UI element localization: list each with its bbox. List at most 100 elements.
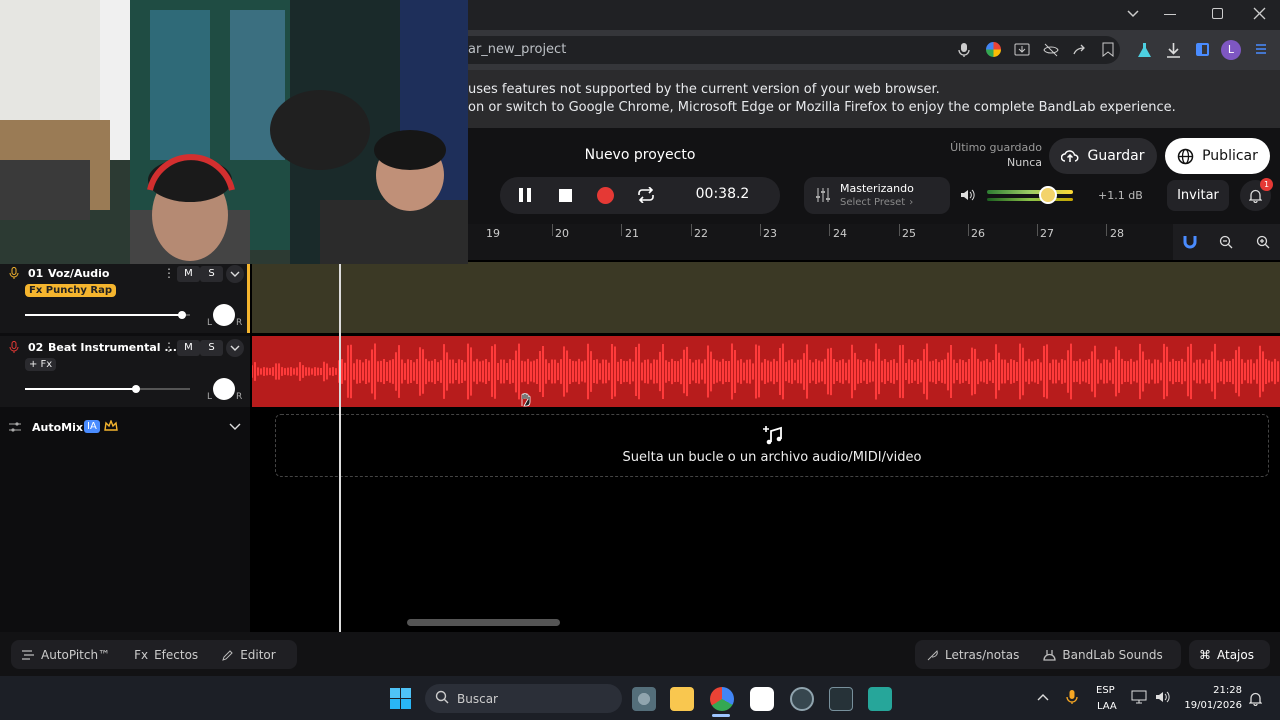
horizontal-scrollbar[interactable] [407, 619, 560, 626]
track-1-mute-button[interactable]: M [177, 266, 200, 282]
taskbar-search[interactable]: Buscar [425, 684, 622, 713]
restore-icon[interactable] [1212, 8, 1223, 19]
track-2-solo-button[interactable]: S [200, 340, 223, 356]
track-2-volume-handle[interactable] [132, 385, 140, 393]
bookmark-icon[interactable] [1102, 42, 1114, 57]
taskbar-mic-icon[interactable] [1066, 689, 1078, 705]
pause-icon[interactable] [519, 188, 523, 202]
editor-button[interactable]: Editor [222, 648, 276, 662]
track-1-header[interactable]: 01 Voz/Audio ⋮ M S Fx Punchy Rap L R [0, 262, 250, 333]
track-1-volume-handle[interactable] [178, 311, 186, 319]
search-icon [435, 690, 449, 707]
track-2-header[interactable]: 02 Beat Instrumental ... ⋮ M S + Fx L R [0, 336, 250, 407]
track-2-name[interactable]: Beat Instrumental ... [48, 341, 177, 354]
zoom-out-icon[interactable] [1219, 235, 1233, 249]
ruler-tick [1106, 224, 1107, 236]
chevron-right-icon: › [909, 197, 914, 208]
loop-icon[interactable] [637, 187, 655, 203]
taskbar-date[interactable]: 19/01/2026 [1180, 700, 1242, 711]
android-studio-icon[interactable] [868, 687, 892, 711]
last-saved-value: Nunca [1007, 156, 1042, 169]
effects-button[interactable]: Fx Efectos [134, 648, 198, 662]
track-2-region[interactable] [251, 336, 1280, 407]
drop-zone[interactable] [275, 414, 1269, 477]
waveform [251, 343, 1279, 400]
pencil-icon [222, 649, 234, 661]
chrome-icon[interactable] [710, 687, 734, 711]
search-placeholder: Buscar [457, 691, 498, 706]
terminal-icon[interactable] [829, 687, 853, 711]
pause-icon-bar [527, 188, 531, 202]
bandlab-logo-icon [1043, 649, 1057, 661]
eye-off-icon[interactable] [1043, 42, 1059, 58]
record-icon[interactable] [597, 187, 614, 204]
bottom-left-tools: AutoPitch™ Fx Efectos Editor [11, 640, 297, 669]
file-explorer-icon[interactable] [670, 687, 694, 711]
drop-zone-text: Suelta un bucle o un archivo audio/MIDI/… [622, 450, 922, 465]
volume-icon[interactable] [960, 188, 976, 202]
track-2-expand-chevron-icon[interactable] [226, 339, 244, 357]
publish-button[interactable]: Publicar [1165, 138, 1270, 174]
obs-icon[interactable] [790, 687, 814, 711]
snap-magnet-icon[interactable] [1183, 235, 1197, 249]
track-1-expand-chevron-icon[interactable] [226, 265, 244, 283]
install-app-icon[interactable] [1014, 42, 1030, 58]
bandlab-sounds-button[interactable]: BandLab Sounds [1043, 648, 1163, 662]
ai-badge: IA [84, 420, 100, 433]
chrome-active-indicator [712, 714, 730, 717]
lyrics-button[interactable]: Letras/notas [927, 648, 1019, 662]
track-1-region[interactable] [252, 262, 1280, 333]
autopitch-button[interactable]: AutoPitch™ [21, 648, 110, 662]
google-lens-icon[interactable] [986, 42, 1001, 57]
track-1-name[interactable]: Voz/Audio [48, 267, 109, 280]
track-2-mute-button[interactable]: M [177, 340, 200, 356]
project-title[interactable]: Nuevo proyecto [540, 147, 740, 163]
language-secondary[interactable]: LAA [1097, 701, 1117, 712]
save-button[interactable]: Guardar [1049, 138, 1157, 174]
stop-icon[interactable] [559, 189, 572, 202]
crown-icon [104, 420, 118, 432]
close-window-icon[interactable] [1253, 7, 1266, 20]
downloads-icon[interactable] [1166, 42, 1181, 58]
zoom-in-icon[interactable] [1256, 235, 1270, 249]
automix-row[interactable]: AutoMix IA [0, 410, 250, 444]
network-icon[interactable] [1131, 690, 1147, 704]
track-1-more-icon[interactable]: ⋮ [163, 266, 175, 280]
invite-button[interactable]: Invitar [1167, 180, 1229, 211]
shortcuts-button[interactable]: ⌘ Atajos [1189, 640, 1270, 669]
ruler-tick [552, 224, 553, 236]
speaker-icon[interactable] [1155, 690, 1171, 704]
show-hidden-icons-chevron-icon[interactable] [1037, 692, 1049, 702]
command-icon: ⌘ [1199, 647, 1211, 662]
track-1-pan-knob[interactable] [213, 304, 235, 326]
track-2-add-fx-chip[interactable]: + Fx [25, 358, 57, 371]
master-volume-knob[interactable] [1039, 186, 1057, 204]
globe-icon [1177, 148, 1194, 165]
extension-flask-icon[interactable] [1137, 42, 1152, 58]
mastering-preset[interactable]: Select Preset › [840, 197, 913, 208]
tab-search-chevron-icon[interactable] [1126, 7, 1140, 21]
track-2-pan-knob[interactable] [213, 378, 235, 400]
track-1-solo-button[interactable]: S [200, 266, 223, 282]
automix-chevron-icon[interactable] [227, 419, 243, 439]
ruler-bar-label: 24 [833, 227, 847, 240]
minimize-icon[interactable] [1164, 14, 1176, 15]
microphone-icon[interactable] [958, 42, 970, 58]
last-saved-label: Último guardado [950, 141, 1042, 154]
track-1-fx-chip[interactable]: Fx Punchy Rap [25, 284, 116, 297]
playhead[interactable] [339, 262, 341, 632]
profile-avatar[interactable]: L [1221, 40, 1241, 60]
url-text[interactable]: ar_new_project [468, 42, 566, 57]
share-icon[interactable] [1072, 42, 1088, 58]
taskbar-time[interactable]: 21:28 [1200, 685, 1242, 696]
language-primary[interactable]: ESP [1096, 685, 1115, 696]
capcut-icon[interactable] [750, 687, 774, 711]
side-panel-icon[interactable] [1196, 43, 1209, 56]
track-2-more-icon[interactable]: ⋮ [163, 340, 175, 354]
settings-gear-icon[interactable] [632, 687, 656, 711]
ruler-tick [691, 224, 692, 236]
windows-start-icon[interactable] [390, 688, 411, 709]
notification-center-bell-icon[interactable] [1249, 691, 1262, 706]
ruler-bar-label: 25 [902, 227, 916, 240]
menu-icon[interactable] [1255, 42, 1267, 56]
